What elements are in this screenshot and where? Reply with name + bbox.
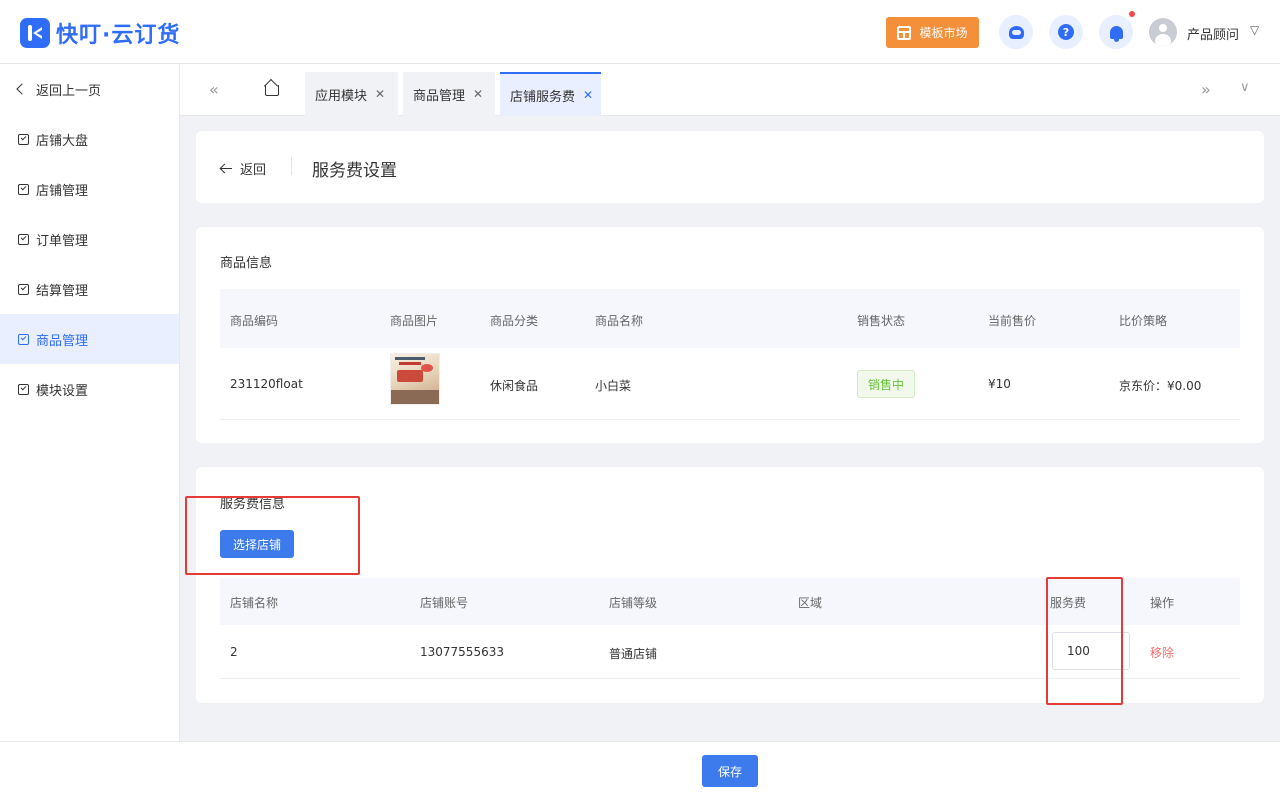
menu-item-icon (18, 283, 29, 295)
chevron-left-icon (16, 83, 28, 95)
price-strategy: 京东价：¥0.00 (1119, 379, 1202, 393)
bell-icon (1109, 25, 1123, 42)
double-chevron-right-icon[interactable]: » (1201, 80, 1211, 99)
menu-item-icon (18, 333, 29, 345)
sidebar-item-label: 店铺大盘 (36, 133, 89, 149)
product-name: 小白菜 (595, 379, 632, 393)
page-header-card: 返回 服务费设置 (196, 131, 1264, 203)
avatar[interactable] (1149, 18, 1177, 46)
close-icon[interactable]: ✕ (473, 87, 483, 101)
sidebar-item-product-management[interactable]: 商品管理 (0, 314, 179, 364)
user-name[interactable]: 产品顾问 (1187, 24, 1239, 43)
sidebar-item-label: 店铺管理 (36, 183, 89, 199)
annotation-box-service-fee (1046, 577, 1123, 705)
template-market-button[interactable]: 模板市场 (886, 17, 979, 48)
status-badge: 销售中 (857, 370, 915, 398)
column-header: 商品名称 (595, 314, 644, 328)
double-chevron-left-icon[interactable]: « (209, 80, 219, 99)
divider (291, 157, 292, 175)
tab-product-management[interactable]: 商品管理 ✕ (403, 72, 495, 116)
tab-label: 应用模块 (315, 88, 368, 104)
save-button[interactable]: 保存 (702, 755, 758, 787)
column-header: 店铺名称 (230, 596, 279, 610)
store-name: 2 (230, 645, 238, 659)
close-icon[interactable]: ✕ (375, 87, 385, 101)
column-header: 商品编码 (230, 314, 279, 328)
product-info-card: 商品信息 商品编码 商品图片 商品分类 商品名称 销售状态 当前售价 比价策略 … (196, 227, 1264, 443)
notification-button[interactable] (1099, 15, 1133, 49)
product-code: 231120float (230, 377, 303, 391)
arrow-left-icon (220, 164, 232, 174)
menu-item-icon (18, 233, 29, 245)
logo-icon (20, 18, 50, 48)
sidebar-item-module-settings[interactable]: 模块设置 (0, 364, 179, 414)
sidebar-item-label: 订单管理 (36, 233, 89, 249)
tab-label: 店铺服务费 (510, 89, 576, 105)
sidebar-item-store-management[interactable]: 店铺管理 (0, 164, 179, 214)
sidebar-item-settlement-management[interactable]: 结算管理 (0, 264, 179, 314)
help-button[interactable]: ? (1049, 15, 1083, 49)
sidebar-item-label: 结算管理 (36, 283, 89, 299)
row-divider (220, 419, 1240, 420)
help-icon: ? (1058, 24, 1074, 40)
menu-item-icon (18, 383, 29, 395)
sidebar-back-label: 返回上一页 (36, 83, 102, 99)
column-header: 商品分类 (490, 314, 539, 328)
sidebar-item-order-management[interactable]: 订单管理 (0, 214, 179, 264)
app-title: 快叮·云订货 (56, 23, 181, 48)
back-label: 返回 (240, 163, 267, 178)
chevron-down-icon[interactable]: ▽ (1250, 23, 1259, 37)
app-logo[interactable]: 快叮·云订货 (20, 17, 180, 49)
section-title: 商品信息 (220, 256, 273, 271)
product-image (390, 353, 440, 405)
store-account: 13077555633 (420, 645, 504, 659)
column-header: 操作 (1150, 596, 1175, 610)
tab-bar: « 应用模块 ✕ 商品管理 ✕ 店铺服务费 ✕ » ∨ (180, 64, 1280, 116)
tab-app-modules[interactable]: 应用模块 ✕ (305, 72, 398, 116)
annotation-box-select-store (185, 496, 360, 575)
remove-button[interactable]: 移除 (1150, 644, 1174, 661)
store-level: 普通店铺 (609, 647, 658, 661)
customer-service-button[interactable] (999, 15, 1033, 49)
menu-item-icon (18, 133, 29, 145)
menu-item-icon (18, 183, 29, 195)
layout-icon (897, 25, 912, 40)
sidebar: 返回上一页 店铺大盘 店铺管理 订单管理 结算管理 商品管理 模块设置 (0, 64, 180, 800)
column-header: 商品图片 (390, 314, 439, 328)
top-header: 快叮·云订货 模板市场 ? 产品顾问 ▽ (0, 0, 1280, 64)
column-header: 当前售价 (988, 314, 1037, 328)
chevron-down-icon[interactable]: ∨ (1240, 80, 1250, 95)
product-table-header (220, 289, 1240, 348)
customer-service-icon (1008, 25, 1024, 39)
sidebar-item-store-dashboard[interactable]: 店铺大盘 (0, 114, 179, 164)
footer-bar: 保存 (0, 741, 1280, 800)
page-title: 服务费设置 (312, 161, 397, 181)
column-header: 店铺账号 (420, 596, 469, 610)
tab-store-service-fee[interactable]: 店铺服务费 ✕ (500, 72, 601, 116)
column-header: 店铺等级 (609, 596, 658, 610)
product-category: 休闲食品 (490, 379, 539, 393)
home-icon[interactable] (264, 81, 280, 97)
product-price: ¥10 (988, 377, 1011, 391)
template-market-label: 模板市场 (919, 26, 968, 40)
close-icon[interactable]: ✕ (583, 88, 593, 102)
column-header: 区域 (798, 596, 823, 610)
sidebar-item-label: 商品管理 (36, 333, 89, 349)
sidebar-item-label: 模块设置 (36, 383, 89, 399)
notification-dot (1129, 11, 1135, 17)
tab-label: 商品管理 (413, 88, 466, 104)
back-button[interactable]: 返回 (220, 159, 266, 178)
column-header: 销售状态 (857, 314, 906, 328)
sidebar-back-button[interactable]: 返回上一页 (0, 64, 179, 114)
column-header: 比价策略 (1119, 314, 1168, 328)
